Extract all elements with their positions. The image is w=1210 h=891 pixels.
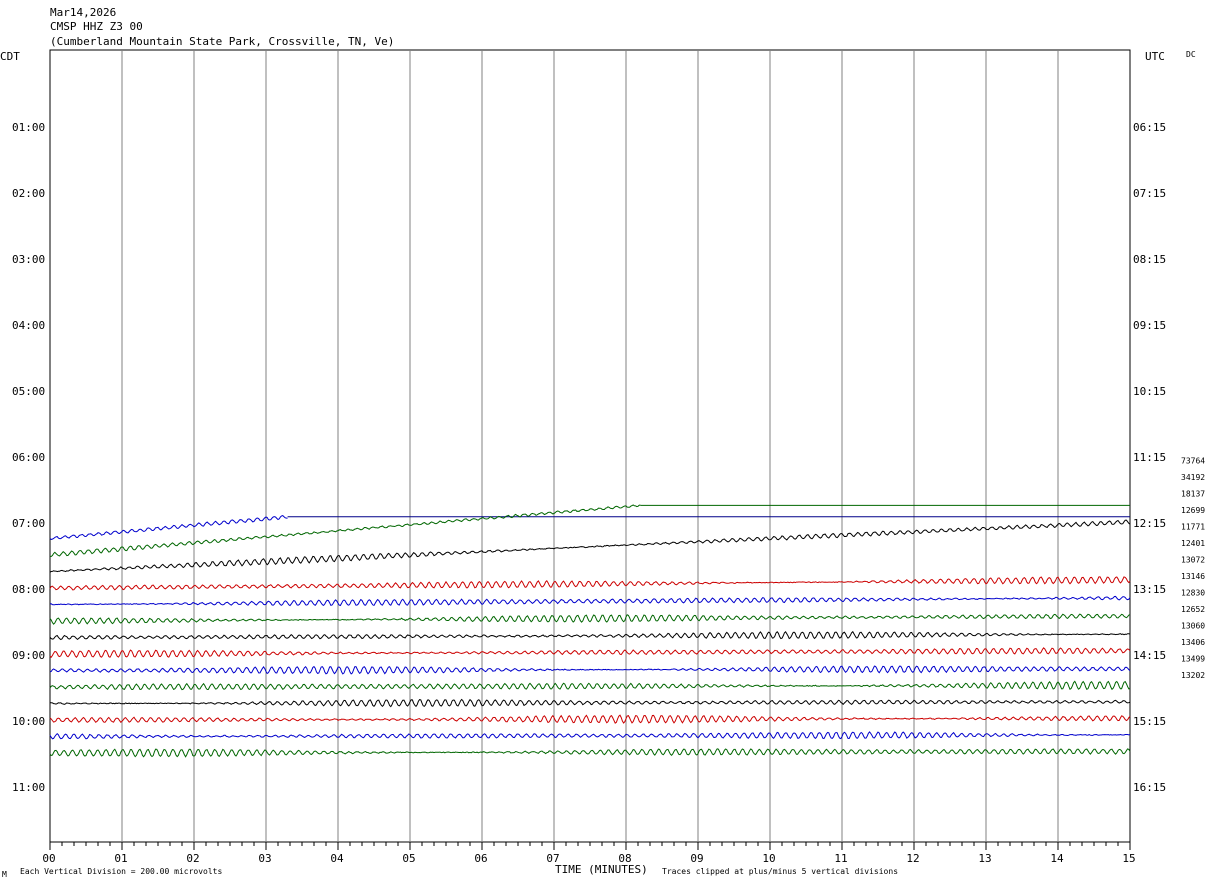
x-tick-label: 04 [330,852,344,865]
x-tick-label: 09 [690,852,703,865]
trace-value-label: 13060 [1181,621,1205,630]
plot-frame [49,49,1131,843]
utc-time-label: 12:15 [1133,517,1166,530]
trace-value-label: 11771 [1181,522,1205,531]
utc-time-label: 16:15 [1133,781,1166,794]
helicorder-chart: Mar14,2026 CMSP HHZ Z3 00 (Cumberland Mo… [0,6,1205,879]
trace-value-label: 13406 [1181,638,1205,647]
trace-value-label: 12652 [1181,605,1205,614]
cdt-time-label: 03:00 [12,253,45,266]
trace-values: 73764 34192 18137 12699 11771 12401 13072 13146… [1181,456,1205,680]
utc-time-label: 11:15 [1133,451,1166,464]
trace-value-label: 73764 [1181,456,1205,465]
x-tick-label: 01 [114,852,127,865]
cdt-time-label: 07:00 [12,517,45,530]
trace-value-label: 34192 [1181,473,1205,482]
cdt-time-label: 05:00 [12,385,45,398]
trace-value-label: 12401 [1181,539,1205,548]
trace-value-label: 12699 [1181,506,1205,515]
trace-value-label: 18137 [1181,489,1205,498]
x-tick-label: 13 [978,852,991,865]
trace-line [49,714,1131,724]
chart-station: CMSP HHZ Z3 00 [50,20,143,33]
x-tick-label: 10 [762,852,775,865]
x-tick-label: 03 [258,852,271,865]
cdt-time-label: 08:00 [12,583,45,596]
left-axis-title: CDT [0,50,20,63]
cdt-time-label: 10:00 [12,715,45,728]
trace-value-label: 12830 [1181,588,1205,597]
cdt-time-label: 11:00 [12,781,45,794]
x-tick-label: 02 [186,852,199,865]
cdt-time-label: 06:00 [12,451,45,464]
time-labels: 01:00 06:15 02:00 07:15 03:00 08:15 04:00 09:15… [12,121,1166,794]
x-tick-label: 11 [834,852,847,865]
x-tick-label: 06 [474,852,487,865]
x-axis-ticks: 00 01 02 03 04 05 06 07 08 09 10 11 12 13 14 15 [42,842,1136,865]
trace-line [49,515,288,540]
cdt-time-label: 04:00 [12,319,45,332]
trace-value-label: 13072 [1181,555,1205,564]
corner-tag: DC [1186,50,1196,59]
cdt-time-label: 01:00 [12,121,45,134]
chart-date: Mar14,2026 [50,6,116,19]
utc-time-label: 06:15 [1133,121,1166,134]
chart-location: (Cumberland Mountain State Park, Crossvi… [50,35,394,48]
utc-time-label: 14:15 [1133,649,1166,662]
trace-line [49,665,1131,675]
trace-value-label: 13499 [1181,654,1205,663]
trace-line [49,731,1131,740]
trace-value-label: 13202 [1181,671,1205,680]
trace-line [49,630,1131,641]
x-tick-label: 00 [42,852,55,865]
trace-line [49,698,1131,708]
footer-left-note: Each Vertical Division = 200.00 microvol… [20,867,222,876]
trace-value-label: 13146 [1181,572,1205,581]
utc-time-label: 15:15 [1133,715,1166,728]
x-tick-label: 14 [1050,852,1064,865]
x-tick-label: 05 [402,852,415,865]
right-axis-title: UTC [1145,50,1165,63]
utc-time-label: 08:15 [1133,253,1166,266]
cdt-time-label: 02:00 [12,187,45,200]
utc-time-label: 09:15 [1133,319,1166,332]
trace-line [49,576,1131,591]
trace-line [49,680,1131,691]
x-tick-label: 15 [1122,852,1135,865]
cdt-time-label: 09:00 [12,649,45,662]
trace-line [49,519,1131,573]
utc-time-label: 13:15 [1133,583,1166,596]
trace-line [49,613,1131,625]
footer-corner-mark: M [2,870,7,879]
footer-right-note: Traces clipped at plus/minus 5 vertical … [662,867,898,876]
trace-line [49,595,1131,607]
x-tick-label: 12 [906,852,919,865]
seismic-traces [49,504,1131,758]
utc-time-label: 10:15 [1133,385,1166,398]
trace-line [49,647,1131,658]
trace-line [49,748,1131,758]
x-axis-title: TIME (MINUTES) [555,863,648,876]
utc-time-label: 07:15 [1133,187,1166,200]
grid-lines [121,50,1059,842]
